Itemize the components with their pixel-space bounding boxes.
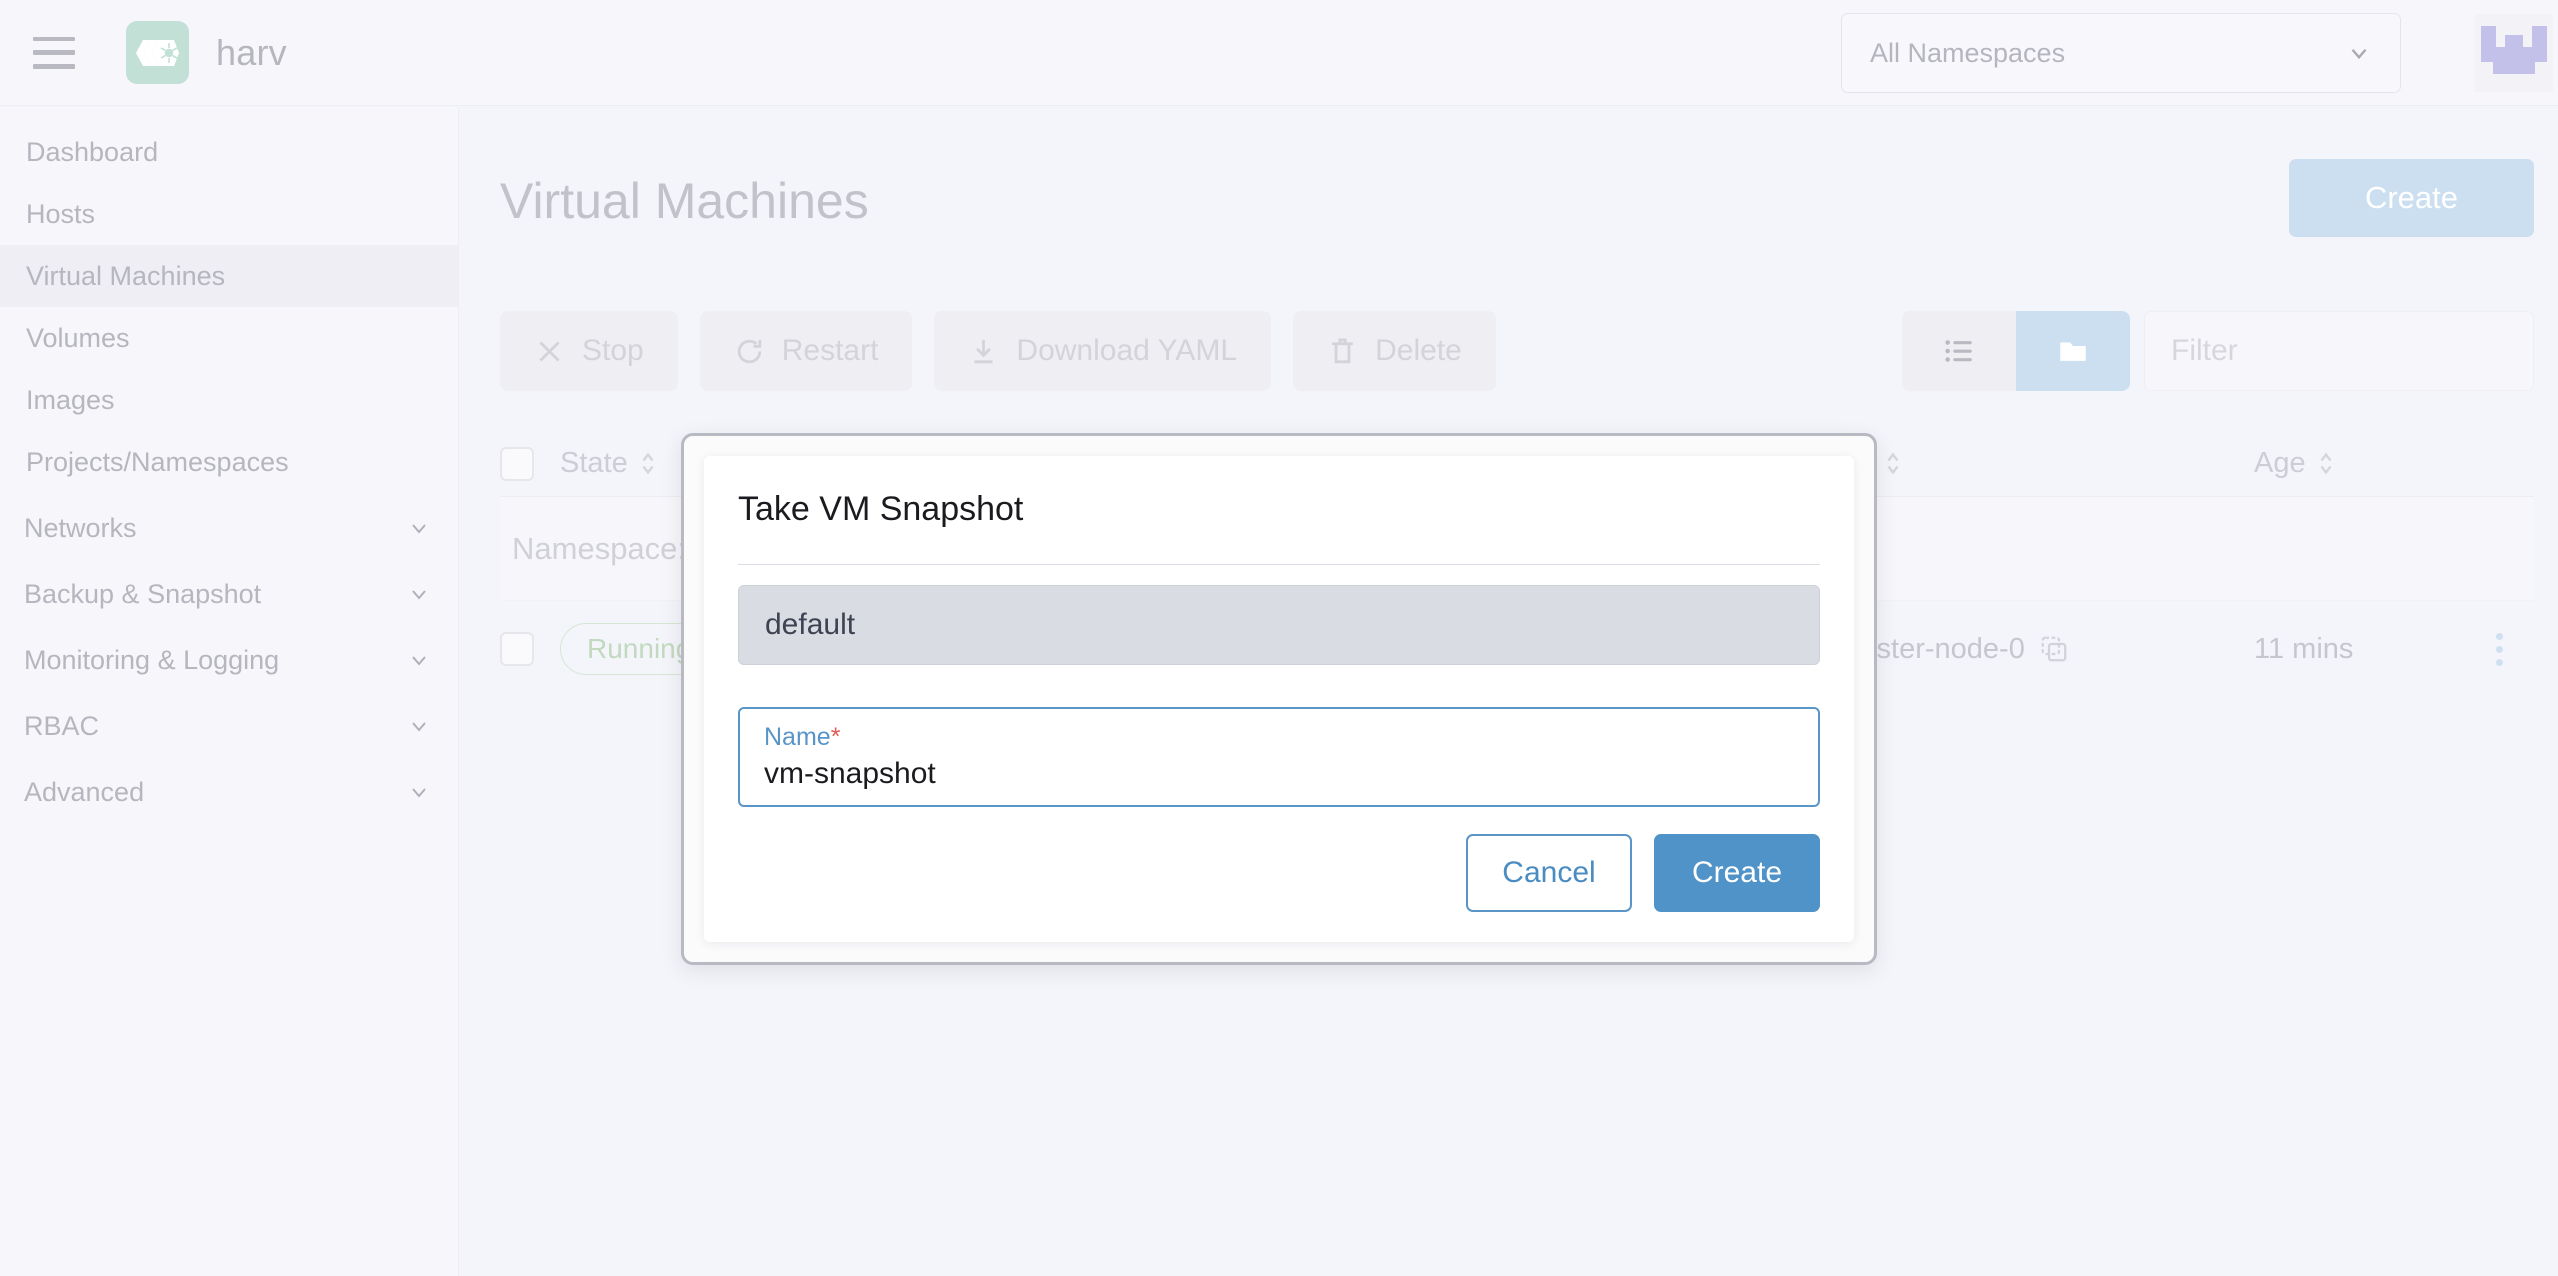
view-toggle-group: [1902, 311, 2130, 391]
group-folder-view-icon: [2056, 334, 2090, 368]
avatar[interactable]: [2475, 14, 2553, 92]
harvester-logo-icon: [126, 21, 189, 84]
sort-arrows-icon: [2316, 450, 2336, 477]
modal-actions: Cancel Create: [738, 834, 1820, 912]
sidebar: Dashboard Hosts Virtual Machines Volumes…: [0, 107, 459, 1276]
row-actions-cell: [2464, 633, 2534, 666]
filter-input[interactable]: Filter: [2144, 311, 2534, 391]
close-x-icon: [534, 336, 565, 367]
chevron-down-icon: [407, 648, 431, 672]
brand[interactable]: harv: [126, 21, 287, 84]
column-header-age-label: Age: [2254, 447, 2306, 480]
group-folder-view-button[interactable]: [2016, 311, 2130, 391]
name-input-label-text: Name: [764, 723, 831, 751]
row-checkbox[interactable]: [500, 632, 534, 666]
restart-button-label: Restart: [782, 334, 879, 368]
list-view-icon: [1942, 334, 1976, 368]
download-yaml-button-label: Download YAML: [1016, 334, 1237, 368]
modal-card: Take VM Snapshot default Name* vm-snapsh…: [704, 456, 1854, 942]
download-icon: [968, 336, 999, 367]
delete-button-label: Delete: [1375, 334, 1462, 368]
cancel-button[interactable]: Cancel: [1466, 834, 1632, 912]
sidebar-item-dashboard[interactable]: Dashboard: [0, 121, 458, 183]
chevron-down-icon: [407, 582, 431, 606]
restart-button[interactable]: Restart: [700, 311, 913, 391]
sidebar-item-label: Virtual Machines: [26, 261, 431, 292]
row-age-cell: 11 mins: [2254, 633, 2464, 666]
action-toolbar: Stop Restart Download YAML Delete: [500, 311, 1496, 391]
chevron-down-icon: [407, 780, 431, 804]
modal-divider: [738, 564, 1820, 565]
sidebar-item-label: Advanced: [24, 777, 407, 808]
namespace-field-value: default: [765, 608, 855, 642]
sidebar-item-projects-namespaces[interactable]: Projects/Namespaces: [0, 431, 458, 493]
column-header-age[interactable]: Age: [2254, 447, 2464, 480]
sidebar-item-backup-snapshot[interactable]: Backup & Snapshot: [0, 563, 458, 625]
sidebar-item-label: Monitoring & Logging: [24, 645, 407, 676]
sidebar-item-label: RBAC: [24, 711, 407, 742]
stop-button[interactable]: Stop: [500, 311, 678, 391]
sidebar-item-volumes[interactable]: Volumes: [0, 307, 458, 369]
download-yaml-button[interactable]: Download YAML: [934, 311, 1271, 391]
required-marker: *: [831, 723, 841, 751]
sidebar-item-label: Backup & Snapshot: [24, 579, 407, 610]
sidebar-item-label: Volumes: [26, 323, 431, 354]
list-view-button[interactable]: [1902, 311, 2016, 391]
sidebar-item-label: Images: [26, 385, 431, 416]
select-all-checkbox[interactable]: [500, 447, 534, 481]
chevron-down-icon: [2346, 40, 2372, 66]
row-checkbox-cell: [500, 632, 560, 666]
filter-placeholder: Filter: [2171, 334, 2238, 368]
sidebar-item-label: Projects/Namespaces: [26, 447, 431, 478]
sort-arrows-icon: [1883, 450, 1903, 477]
sidebar-item-label: Networks: [24, 513, 407, 544]
sidebar-item-label: Dashboard: [26, 137, 431, 168]
namespace-field: default: [738, 585, 1820, 665]
sidebar-item-virtual-machines[interactable]: Virtual Machines: [0, 245, 458, 307]
chevron-down-icon: [407, 714, 431, 738]
modal-title: Take VM Snapshot: [738, 490, 1820, 529]
sort-arrows-icon: [638, 450, 658, 477]
sidebar-item-networks[interactable]: Networks: [0, 497, 458, 559]
stop-button-label: Stop: [582, 334, 644, 368]
chevron-down-icon: [407, 516, 431, 540]
column-header-state-label: State: [560, 447, 628, 480]
sidebar-item-monitoring-logging[interactable]: Monitoring & Logging: [0, 629, 458, 691]
create-button[interactable]: Create: [1654, 834, 1820, 912]
create-button-top[interactable]: Create: [2289, 159, 2534, 237]
user-avatar-icon: [2475, 14, 2553, 92]
name-input-value: vm-snapshot: [764, 757, 1794, 791]
name-input[interactable]: Name* vm-snapshot: [738, 707, 1820, 807]
page-title: Virtual Machines: [500, 172, 869, 230]
refresh-icon: [734, 336, 765, 367]
name-input-label: Name*: [764, 723, 1794, 752]
brand-name: harv: [216, 32, 287, 74]
namespace-selector-value: All Namespaces: [1870, 38, 2346, 69]
select-all-checkbox-cell: [500, 447, 560, 481]
sidebar-item-images[interactable]: Images: [0, 369, 458, 431]
sidebar-item-hosts[interactable]: Hosts: [0, 183, 458, 245]
take-vm-snapshot-modal: Take VM Snapshot default Name* vm-snapsh…: [681, 433, 1877, 965]
namespace-selector[interactable]: All Namespaces: [1841, 13, 2401, 93]
sidebar-item-label: Hosts: [26, 199, 431, 230]
hamburger-icon[interactable]: [33, 37, 75, 69]
delete-button[interactable]: Delete: [1293, 311, 1496, 391]
trash-icon: [1327, 336, 1358, 367]
app-header: harv All Namespaces: [0, 0, 2558, 106]
kebab-menu-icon[interactable]: [2464, 633, 2534, 666]
sidebar-item-advanced[interactable]: Advanced: [0, 761, 458, 823]
copy-icon[interactable]: [2039, 634, 2069, 664]
sidebar-item-rbac[interactable]: RBAC: [0, 695, 458, 757]
